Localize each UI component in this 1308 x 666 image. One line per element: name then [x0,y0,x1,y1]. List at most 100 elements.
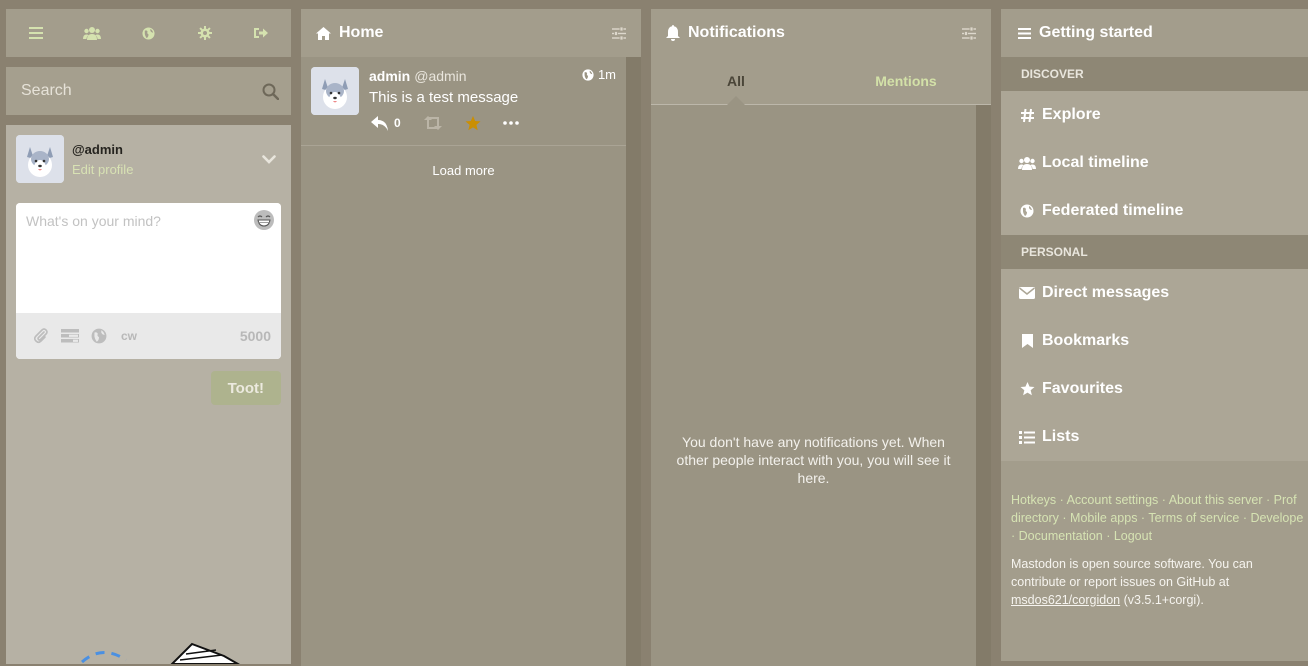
notifications-column: Notifications All Mentions You don't hav… [651,9,991,666]
notification-filter-bar: All Mentions [651,57,991,105]
star-icon [465,115,481,130]
account-menu-button[interactable] [257,147,281,171]
tab-mentions[interactable]: Mentions [821,57,991,104]
nav-direct-messages[interactable]: Direct messages [1001,269,1308,317]
status-header: admin @admin 1m [369,67,616,84]
open-source-text: Mastodon is open source software. You ca… [1011,557,1253,589]
toot-button[interactable]: Toot! [210,371,281,405]
avatar[interactable] [16,135,64,183]
nav-label: Explore [1042,106,1101,123]
search-icon[interactable] [262,83,279,100]
corgi-avatar-image [311,67,359,115]
column-title: Home [339,24,384,41]
footer-link-logout[interactable]: Logout [1114,529,1152,543]
boost-button[interactable] [423,116,443,130]
column-settings-icon[interactable] [962,26,976,40]
paperclip-icon [34,328,48,344]
discover-list: Explore Local timeline Federated timelin… [1001,91,1308,235]
github-repo-link[interactable]: msdos621/corgidon [1011,593,1120,607]
status-content: This is a test message [369,88,519,106]
footer-link-terms[interactable]: Terms of service [1148,511,1239,525]
footer-link-account-settings[interactable]: Account settings [1067,493,1159,507]
home-column: Home admin @admin 1m This is a test mess… [301,9,641,666]
about-mastodon-text: Mastodon is open source software. You ca… [1011,555,1301,609]
globe-icon [91,328,107,344]
getting-started-header: Getting started [1001,9,1308,57]
status-acct[interactable]: @admin [414,68,466,84]
edit-profile-link[interactable]: Edit profile [72,162,257,177]
nav-lists[interactable]: Lists [1001,413,1308,461]
logout-link[interactable] [247,19,275,47]
nav-favourites[interactable]: Favourites [1001,365,1308,413]
more-options-button[interactable] [502,121,519,125]
column-title: Notifications [688,24,785,41]
nav-bookmarks[interactable]: Bookmarks [1001,317,1308,365]
footer-link-profile-directory-cont[interactable]: directory [1011,511,1059,525]
bell-icon [666,25,680,41]
scrollbar[interactable] [626,57,641,666]
reply-button[interactable]: 0 [371,115,401,131]
search-input[interactable] [6,67,291,115]
corgi-avatar-image [16,135,64,183]
getting-started-link[interactable] [22,19,50,47]
character-counter: 5000 [239,328,271,344]
grinning-emoji-icon [254,210,274,230]
local-timeline-link[interactable] [78,19,106,47]
load-more-button[interactable]: Load more [301,146,626,178]
emoji-picker-button[interactable] [253,209,275,231]
footer-link-about[interactable]: About this server [1169,493,1263,507]
footer-link-mobile-apps[interactable]: Mobile apps [1070,511,1137,525]
status-card[interactable]: admin @admin 1m This is a test message 0 [301,57,626,146]
content-warning-button[interactable]: cw [121,329,137,343]
home-column-header[interactable]: Home [301,9,641,57]
notifications-column-header[interactable]: Notifications [651,9,991,57]
column-settings-icon[interactable] [612,26,626,40]
globe-icon [1018,204,1036,218]
footer-link-developers[interactable]: Develope [1250,511,1303,525]
compose-form: cw 5000 [16,203,281,359]
status-timestamp[interactable]: 1m [598,67,616,82]
footer-link-profile-directory[interactable]: Prof [1274,493,1297,507]
avatar[interactable] [311,67,359,115]
reply-count: 0 [394,116,401,130]
bookmark-icon [1018,334,1036,348]
personal-list: Direct messages Bookmarks Favourites Lis… [1001,269,1308,461]
status-meta: 1m [582,67,616,82]
current-account: @admin Edit profile [16,135,281,183]
search-bar [6,67,291,115]
column-title: Getting started [1039,24,1153,41]
chevron-down-icon [262,154,276,164]
version-text: (v3.5.1+corgi). [1123,593,1204,607]
footer-link-hotkeys[interactable]: Hotkeys [1011,493,1056,507]
getting-started-footer: Hotkeys · Account settings · About this … [1001,461,1308,661]
favourite-button[interactable] [465,115,481,131]
list-icon [1018,430,1036,444]
attach-media-button[interactable] [30,325,52,347]
privacy-button[interactable] [88,325,110,347]
status-display-name[interactable]: admin [369,68,410,84]
nav-local-timeline[interactable]: Local timeline [1001,139,1308,187]
home-icon [316,26,331,40]
compose-pane: @admin Edit profile What's on your mind?… [6,125,291,664]
footer-link-documentation[interactable]: Documentation [1019,529,1103,543]
nav-explore[interactable]: Explore [1001,91,1308,139]
notifications-list: You don't have any notifications yet. Wh… [651,105,976,666]
active-tab-indicator [727,96,745,105]
nav-label: Bookmarks [1042,332,1130,349]
scrollbar[interactable] [976,105,991,666]
poll-button[interactable] [59,325,81,347]
compose-drawer: @admin Edit profile [6,9,291,666]
account-handle: @admin [72,141,123,157]
globe-icon [582,68,594,81]
preferences-link[interactable] [191,19,219,47]
nav-label: Local timeline [1042,154,1149,171]
federated-timeline-link[interactable] [134,19,162,47]
status-actions: 0 [369,115,616,131]
home-timeline: admin @admin 1m This is a test message 0 [301,57,626,666]
star-icon [1018,382,1036,396]
nav-federated-timeline[interactable]: Federated timeline [1001,187,1308,235]
account-names: @admin Edit profile [72,142,257,177]
nav-label: Favourites [1042,380,1123,397]
compose-textarea[interactable] [16,203,281,313]
nav-label: Federated timeline [1042,202,1184,219]
